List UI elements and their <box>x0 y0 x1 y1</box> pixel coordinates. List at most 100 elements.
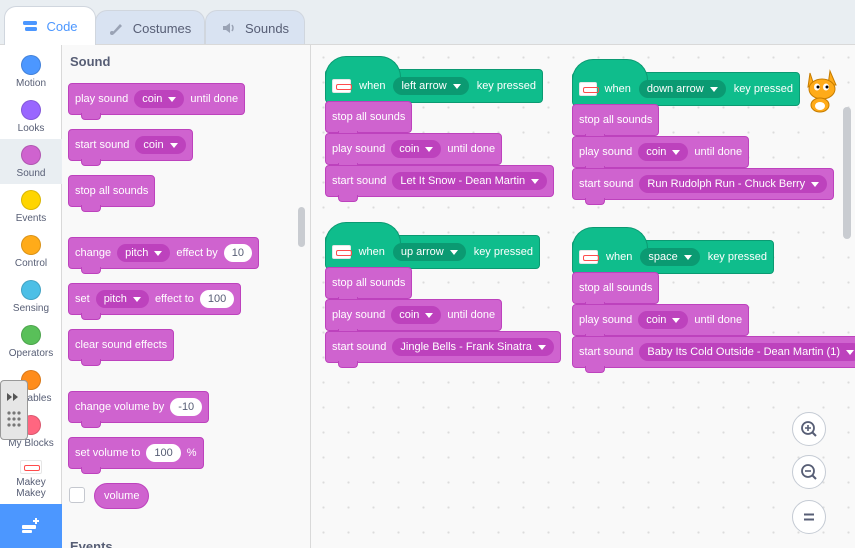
key-dropdown[interactable]: left arrow <box>393 77 469 95</box>
dropdown-value: coin <box>646 146 667 158</box>
sound-dropdown[interactable]: coin <box>134 90 185 108</box>
volume-reporter[interactable]: volume <box>94 483 150 509</box>
change-effect-block[interactable]: change pitch effect by 10 <box>68 237 259 274</box>
dropdown-value: pitch <box>125 247 149 259</box>
block-text: until done <box>447 309 496 321</box>
block-text: clear sound effects <box>75 339 168 351</box>
play-sound-until-done-block[interactable]: play sound coin until done <box>325 299 503 336</box>
category-makey-makey[interactable]: Makey Makey <box>0 454 62 506</box>
caret-icon <box>709 86 718 92</box>
caret-icon <box>132 296 141 302</box>
start-sound-block[interactable]: start sound Baby Its Cold Outside - Dean… <box>572 336 855 373</box>
volume-amount-input[interactable]: -10 <box>170 398 203 416</box>
zoom-reset-button[interactable] <box>792 500 826 534</box>
caret-icon <box>846 349 854 355</box>
effect-dropdown[interactable]: pitch <box>95 290 149 308</box>
tab-sounds[interactable]: Sounds <box>205 10 305 45</box>
effect-value-input[interactable]: 100 <box>199 290 235 308</box>
zoom-out-icon <box>801 464 817 480</box>
workspace-scrollbar[interactable] <box>843 107 851 239</box>
block-text: start sound <box>332 175 387 187</box>
sound-dot-icon <box>21 145 41 165</box>
palette-heading-events: Events <box>70 539 113 548</box>
block-text: play sound <box>332 143 386 155</box>
stop-all-sounds-block[interactable]: stop all sounds <box>325 101 413 138</box>
start-sound-block[interactable]: start sound Run Rudolph Run - Chuck Berr… <box>572 168 835 205</box>
block-text: effect to <box>154 293 194 305</box>
category-operators[interactable]: Operators <box>0 319 62 364</box>
category-menu: Motion Looks Sound Events Control Sensin… <box>0 44 62 548</box>
set-volume-block[interactable]: set volume to 100 % <box>68 437 204 474</box>
sound-dropdown[interactable]: Jingle Bells - Frank Sinatra <box>392 338 554 356</box>
block-text: volume <box>104 490 140 502</box>
block-text: key pressed <box>473 246 533 258</box>
play-sound-until-done-block[interactable]: play sound coin until done <box>572 304 750 341</box>
palette-scrollbar[interactable] <box>298 207 305 247</box>
key-dropdown[interactable]: space <box>640 248 700 266</box>
tab-code[interactable]: Code <box>4 6 96 45</box>
stop-all-sounds-block[interactable]: stop all sounds <box>572 104 660 141</box>
stop-all-sounds-block[interactable]: stop all sounds <box>325 267 413 304</box>
dropdown-value: Run Rudolph Run - Chuck Berry <box>647 178 806 190</box>
block-text: stop all sounds <box>332 277 406 289</box>
effect-amount-input[interactable]: 10 <box>223 244 252 262</box>
category-label: Sensing <box>12 303 50 314</box>
sound-dropdown[interactable]: coin <box>391 306 442 324</box>
category-sensing[interactable]: Sensing <box>0 274 62 319</box>
block-text: play sound <box>75 93 129 105</box>
category-looks[interactable]: Looks <box>0 94 62 139</box>
block-text: until done <box>694 314 743 326</box>
tab-sounds-label: Sounds <box>244 20 290 36</box>
when-key-pressed-hat[interactable]: when down arrow key pressed <box>572 59 800 106</box>
sound-dropdown[interactable]: coin <box>391 140 442 158</box>
tab-costumes[interactable]: Costumes <box>95 10 205 45</box>
when-key-pressed-hat[interactable]: when space key pressed <box>572 227 774 274</box>
script-workspace[interactable]: when left arrow key pressed stop all sou… <box>311 44 855 548</box>
category-sound[interactable]: Sound <box>0 139 62 184</box>
sound-dropdown[interactable]: coin <box>135 136 186 154</box>
block-text: key pressed <box>476 80 536 92</box>
category-label: Sound <box>16 168 46 179</box>
sound-dropdown[interactable]: Baby Its Cold Outside - Dean Martin (1) <box>639 343 855 361</box>
set-effect-block[interactable]: set pitch effect to 100 <box>68 283 242 320</box>
clear-sound-effects-block[interactable]: clear sound effects <box>68 329 175 366</box>
sound-dropdown[interactable]: Let It Snow - Dean Martin <box>392 172 548 190</box>
zoom-in-button[interactable] <box>792 412 826 446</box>
stop-all-sounds-block[interactable]: stop all sounds <box>68 175 156 212</box>
play-sound-until-done-block[interactable]: play sound coin until done <box>325 133 503 170</box>
dropdown-value: left arrow <box>401 80 447 92</box>
caret-icon <box>683 254 692 260</box>
dropdown-value: pitch <box>103 293 127 305</box>
block-text: effect by <box>176 247 218 259</box>
category-control[interactable]: Control <box>0 229 62 274</box>
start-sound-block[interactable]: start sound Jingle Bells - Frank Sinatra <box>325 331 561 368</box>
start-sound-block[interactable]: start sound Let It Snow - Dean Martin <box>325 165 555 202</box>
block-text: play sound <box>579 146 633 158</box>
dropdown-value: down arrow <box>646 83 704 95</box>
dropdown-value: Baby Its Cold Outside - Dean Martin (1) <box>647 346 840 358</box>
change-volume-block[interactable]: change volume by -10 <box>68 391 210 428</box>
play-sound-until-done-block[interactable]: play sound coin until done <box>68 83 246 120</box>
caret-icon <box>672 317 681 323</box>
category-events[interactable]: Events <box>0 184 62 229</box>
sound-dropdown[interactable]: Run Rudolph Run - Chuck Berry <box>639 175 828 193</box>
start-sound-block[interactable]: start sound coin <box>68 129 193 166</box>
makey-makey-icon <box>332 79 353 93</box>
effect-dropdown[interactable]: pitch <box>117 244 171 262</box>
play-sound-until-done-block[interactable]: play sound coin until done <box>572 136 750 173</box>
stop-all-sounds-block[interactable]: stop all sounds <box>572 272 660 309</box>
when-key-pressed-hat[interactable]: when up arrow key pressed <box>325 222 540 269</box>
volume-value-input[interactable]: 100 <box>146 444 181 462</box>
caret-icon <box>449 249 458 255</box>
key-dropdown[interactable]: up arrow <box>392 243 466 261</box>
add-extension-button[interactable] <box>0 504 62 548</box>
collapse-handle[interactable] <box>0 380 28 440</box>
zoom-out-button[interactable] <box>792 455 826 489</box>
key-dropdown[interactable]: down arrow <box>638 80 726 98</box>
category-motion[interactable]: Motion <box>0 49 62 94</box>
block-text: key pressed <box>707 251 767 263</box>
volume-monitor-checkbox[interactable] <box>69 487 85 503</box>
sound-dropdown[interactable]: coin <box>638 311 689 329</box>
sound-dropdown[interactable]: coin <box>638 143 689 161</box>
when-key-pressed-hat[interactable]: when left arrow key pressed <box>325 56 543 103</box>
